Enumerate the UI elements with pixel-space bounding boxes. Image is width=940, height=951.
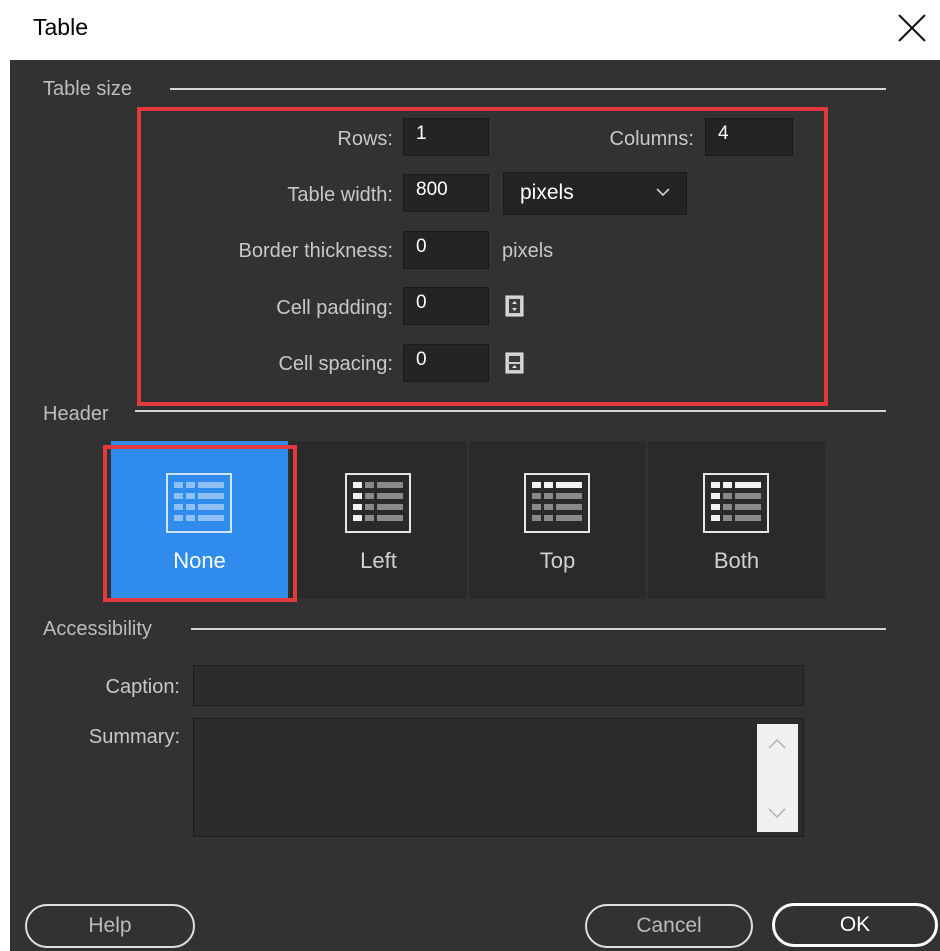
table-both-header-icon: [703, 473, 769, 533]
header-section-label: Header: [43, 403, 109, 425]
cancel-button[interactable]: Cancel: [585, 904, 753, 948]
section-divider: [170, 88, 886, 90]
header-option-label: Both: [713, 548, 760, 573]
header-option-label: None: [173, 548, 226, 573]
scroll-up-icon[interactable]: [767, 738, 787, 750]
cell-spacing-label: Cell spacing:: [278, 353, 393, 375]
close-icon[interactable]: [895, 11, 929, 45]
cell-padding-input[interactable]: 0: [403, 287, 489, 325]
header-option-label: Top: [539, 548, 576, 573]
table-top-header-icon: [524, 473, 590, 533]
header-option-none[interactable]: None: [111, 441, 288, 599]
summary-label: Summary:: [88, 726, 180, 748]
section-divider: [135, 410, 886, 412]
scroll-down-icon[interactable]: [767, 807, 787, 819]
section-divider: [191, 628, 886, 630]
rows-input[interactable]: 1: [403, 118, 489, 156]
table-size-section-label: Table size: [43, 78, 132, 100]
summary-scrollbar[interactable]: [757, 724, 798, 832]
header-option-left[interactable]: Left: [290, 441, 467, 599]
table-width-label: Table width:: [287, 184, 393, 206]
help-button[interactable]: Help: [25, 904, 195, 948]
border-thickness-label: Border thickness:: [238, 240, 393, 262]
summary-textarea[interactable]: [193, 718, 804, 837]
header-option-both[interactable]: Both: [648, 441, 825, 599]
rows-label: Rows:: [337, 128, 393, 150]
window-title: Table: [33, 14, 88, 40]
caption-label: Caption:: [105, 676, 181, 698]
columns-input[interactable]: 4: [705, 118, 793, 156]
ok-button[interactable]: OK: [772, 903, 938, 947]
columns-label: Columns:: [609, 128, 694, 150]
cell-spacing-icon[interactable]: [505, 352, 524, 374]
width-unit-select[interactable]: pixels: [503, 172, 687, 215]
cell-padding-icon[interactable]: [505, 295, 524, 317]
caption-input[interactable]: [193, 665, 804, 706]
border-thickness-input[interactable]: 0: [403, 231, 489, 269]
accessibility-section-label: Accessibility: [43, 618, 152, 640]
border-unit-label: pixels: [502, 240, 554, 262]
cell-spacing-input[interactable]: 0: [403, 344, 489, 382]
title-bar: Table: [0, 0, 940, 60]
width-unit-value: pixels: [520, 181, 574, 204]
header-option-top[interactable]: Top: [469, 441, 646, 599]
chevron-down-icon: [656, 188, 670, 197]
table-left-header-icon: [345, 473, 411, 533]
table-none-icon: [166, 473, 232, 533]
table-width-input[interactable]: 800: [403, 174, 489, 212]
header-option-label: Left: [360, 548, 397, 573]
cell-padding-label: Cell padding:: [276, 297, 393, 319]
